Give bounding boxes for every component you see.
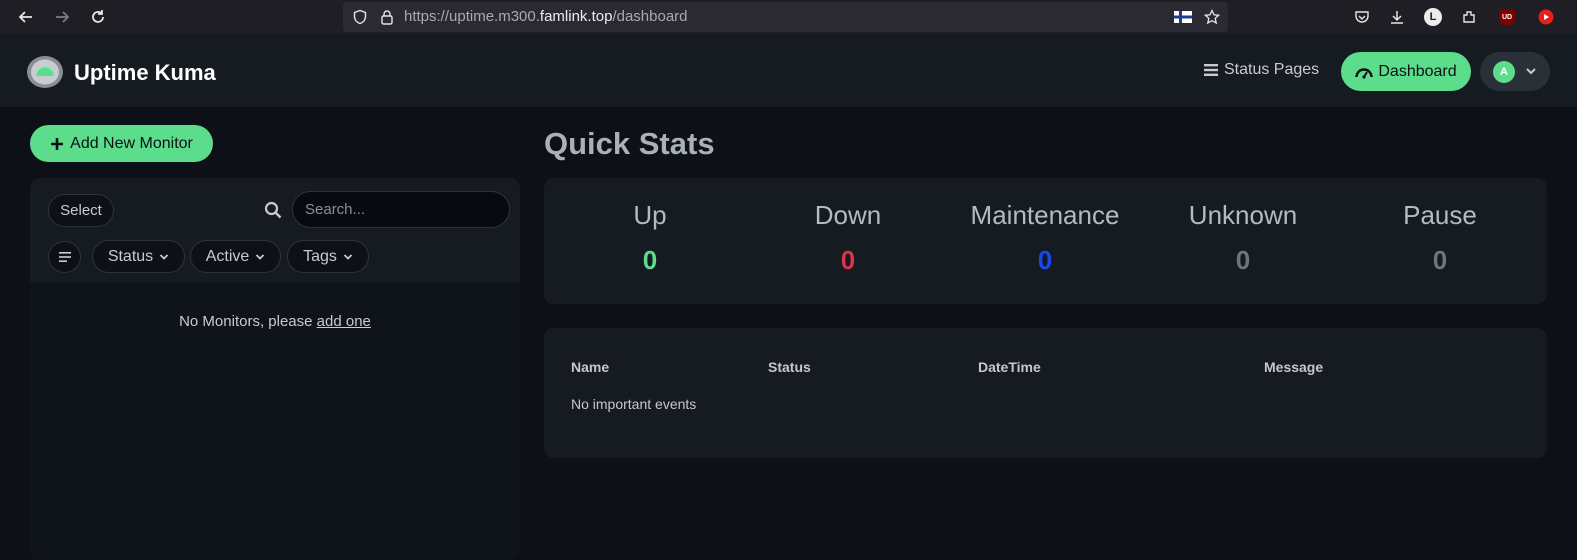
stat-unknown: Unknown 0 [1143, 200, 1343, 276]
browser-toolbar: https://uptime.m300.famlink.top/dashboar… [0, 0, 1577, 34]
stat-down-label: Down [814, 200, 882, 230]
status-filter-dropdown[interactable]: Status [92, 240, 185, 273]
uptime-kuma-logo-icon[interactable] [26, 54, 64, 88]
stat-maintenance: Maintenance 0 [945, 200, 1145, 276]
search-input[interactable] [292, 191, 510, 228]
monitor-list-toolbar: Select Status Active Tags [30, 178, 520, 283]
stat-up-value: 0 [642, 245, 658, 275]
status-pages-link[interactable]: Status Pages [1204, 61, 1319, 79]
stat-pause-value: 0 [1432, 245, 1448, 275]
finland-flag-icon[interactable] [1173, 7, 1193, 27]
active-filter-label: Active [205, 247, 250, 265]
stat-pause-label: Pause [1403, 200, 1477, 230]
quick-stats-title: Quick Stats [544, 126, 715, 161]
list-icon [1204, 64, 1218, 76]
chevron-down-icon [1525, 64, 1537, 82]
dashboard-label: Dashboard [1378, 62, 1457, 80]
empty-monitors-message: No Monitors, please add one [30, 313, 520, 330]
select-label: Select [60, 202, 102, 219]
gauge-icon [1355, 67, 1374, 79]
add-one-link[interactable]: add one [317, 313, 371, 330]
empty-monitors-text: No Monitors, please [179, 313, 313, 330]
lines-icon [58, 252, 71, 262]
events-column-datetime: DateTime [978, 359, 1041, 375]
tags-filter-dropdown[interactable]: Tags [287, 240, 369, 273]
add-new-monitor-button[interactable]: Add New Monitor [30, 125, 213, 162]
chevron-down-icon [343, 253, 353, 260]
important-events-card: Name Status DateTime Message No importan… [544, 328, 1547, 458]
bookmark-star-icon[interactable] [1202, 7, 1222, 27]
avatar: A [1493, 61, 1515, 83]
events-column-message: Message [1264, 359, 1324, 375]
quick-stats-card: Up 0 Down 0 Maintenance 0 Unknown 0 Paus… [544, 178, 1547, 304]
search-icon [264, 201, 282, 224]
profile-dropdown[interactable]: A [1480, 52, 1550, 91]
extensions-icon[interactable] [1459, 7, 1479, 27]
ublock-icon[interactable]: UD [1497, 7, 1517, 27]
back-icon[interactable] [14, 5, 38, 29]
chevron-down-icon [256, 253, 265, 260]
no-events-message: No important events [571, 396, 697, 412]
youtube-icon[interactable] [1536, 7, 1556, 27]
forward-icon[interactable] [50, 5, 74, 29]
filter-toggle-button[interactable] [48, 241, 81, 273]
monitor-list-panel: Select Status Active Tags No Monitors, p… [30, 178, 520, 560]
pocket-icon[interactable] [1352, 7, 1372, 27]
chevron-down-icon [160, 253, 169, 260]
plus-icon [51, 137, 64, 150]
stat-unknown-value: 0 [1235, 245, 1251, 275]
profile-extension-icon[interactable]: L [1423, 7, 1443, 27]
stat-down: Down 0 [748, 200, 948, 276]
ublock-label: UD [1499, 8, 1515, 26]
stat-pause: Pause 0 [1340, 200, 1540, 276]
active-filter-dropdown[interactable]: Active [190, 240, 281, 273]
lock-icon[interactable] [377, 7, 397, 27]
stat-down-value: 0 [840, 245, 856, 275]
download-icon[interactable] [1387, 7, 1407, 27]
tags-filter-label: Tags [303, 247, 337, 265]
stat-up: Up 0 [550, 200, 750, 276]
stat-up-label: Up [633, 200, 667, 230]
stat-unknown-label: Unknown [1188, 200, 1298, 230]
app-title[interactable]: Uptime Kuma [74, 60, 216, 86]
profile-extension-initial: L [1424, 8, 1442, 26]
app-header: Uptime Kuma Status Pages Dashboard A [0, 34, 1577, 108]
stat-maintenance-label: Maintenance [970, 200, 1120, 230]
shield-icon[interactable] [350, 7, 370, 27]
dashboard-button[interactable]: Dashboard [1341, 52, 1471, 91]
url-text[interactable]: https://uptime.m300.famlink.top/dashboar… [404, 8, 688, 25]
stat-maintenance-value: 0 [1037, 245, 1053, 275]
events-column-name: Name [571, 359, 610, 375]
reload-icon[interactable] [86, 5, 110, 29]
events-column-status: Status [768, 359, 811, 375]
add-new-monitor-label: Add New Monitor [70, 134, 193, 152]
status-pages-label: Status Pages [1224, 61, 1320, 78]
status-filter-label: Status [107, 247, 154, 265]
select-button[interactable]: Select [48, 194, 114, 227]
